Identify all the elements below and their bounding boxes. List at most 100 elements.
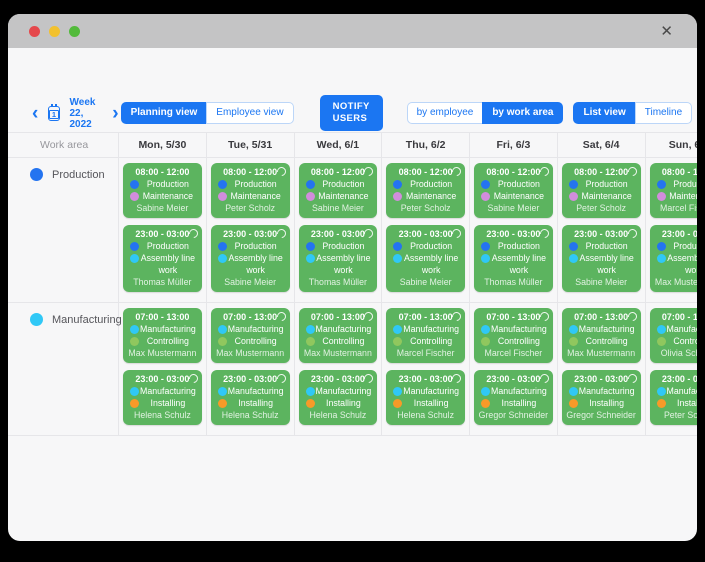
employee-name: Helena Schulz bbox=[303, 409, 374, 421]
role-label: Production bbox=[235, 179, 277, 189]
shift-card[interactable]: 23:00 - 03:00Production Assembly line wor… bbox=[299, 225, 378, 292]
shift-card[interactable]: 08:00 - 12:00ProductionMaintenanceMarcel… bbox=[650, 163, 698, 218]
role-color-dot bbox=[657, 387, 666, 396]
shift-time: 23:00 - 03:00 bbox=[662, 374, 697, 384]
employee-name: Sabine Meier bbox=[478, 202, 549, 214]
shift-card[interactable]: 23:00 - 03:00ProductionAssembly line wor… bbox=[562, 225, 641, 292]
shift-time: 23:00 - 03:00 bbox=[311, 374, 365, 384]
role-color-dot bbox=[393, 254, 402, 263]
shift-card[interactable]: 08:00 - 12:00ProductionMaintenanceSabine… bbox=[299, 163, 378, 218]
shift-time-row: 23:00 - 03:00 bbox=[127, 228, 198, 240]
shift-card[interactable]: 23:00 - 03:00 ManufacturingInstallingHele… bbox=[299, 370, 378, 425]
shift-role-row: Manufacturing bbox=[478, 323, 549, 335]
shift-card[interactable]: 08:00 - 12:00ProductionMaintenanceSabine… bbox=[474, 163, 553, 218]
shift-card[interactable]: 23:00 - 03:00ManufacturingInstallingHele… bbox=[211, 370, 290, 425]
shift-card[interactable]: 07:00 - 13:00ManufacturingControllingMax… bbox=[299, 308, 378, 363]
employee-view-button[interactable]: Employee view bbox=[206, 102, 293, 124]
planning-view-button[interactable]: Planning view bbox=[121, 102, 207, 124]
shift-card[interactable]: 23:00 - 03:00ProductionAssembly line wor… bbox=[474, 225, 553, 292]
shift-time: 07:00 - 13:00 bbox=[223, 312, 277, 322]
shift-time-row: 23:00 - 03:00 bbox=[127, 373, 198, 385]
shift-card[interactable]: 08:00 - 12:00ProductionMaintenancePeter … bbox=[562, 163, 641, 218]
role-color-dot bbox=[130, 325, 139, 334]
shift-role-row: Installing bbox=[127, 397, 198, 409]
role-color-dot bbox=[130, 242, 139, 251]
shift-role-row: Maintenance bbox=[390, 190, 461, 202]
by-employee-button[interactable]: by employee bbox=[407, 102, 483, 124]
shift-role-row: Manufacturing bbox=[303, 385, 374, 397]
role-label: Manufacturing bbox=[140, 324, 196, 334]
shift-role-row: Installing bbox=[303, 397, 374, 409]
role-label: Production bbox=[322, 241, 364, 251]
list-view-button[interactable]: List view bbox=[573, 102, 634, 124]
traffic-light-close-icon[interactable] bbox=[29, 26, 40, 37]
chevron-left-icon[interactable]: ‹ bbox=[30, 104, 40, 123]
shift-card[interactable]: 07:00 - 13:00ManufacturingControllingMar… bbox=[386, 308, 465, 363]
close-icon[interactable]: ✕ bbox=[660, 24, 673, 39]
role-color-dot bbox=[481, 242, 490, 251]
notify-users-button[interactable]: NOTIFY USERS bbox=[320, 95, 383, 131]
role-label: Installing bbox=[589, 398, 624, 408]
week-label: Week 22, 2022 bbox=[70, 97, 102, 130]
shift-card[interactable]: 23:00 - 03:00ProductionAssembly line wor… bbox=[211, 225, 290, 292]
shift-role-row: Manufacturing bbox=[566, 385, 637, 397]
role-label: Assembly line work bbox=[316, 253, 370, 275]
shift-card[interactable]: 08:00 - 12:00ProductionMaintenancePeter … bbox=[211, 163, 290, 218]
role-color-dot bbox=[657, 337, 666, 346]
shift-time-row: 23:00 - 03:00 bbox=[478, 228, 549, 240]
shift-role-row: Manufacturing bbox=[215, 323, 286, 335]
role-color-dot bbox=[306, 399, 315, 408]
shift-card[interactable]: 08:00 - 12:00ProductionMaintenancePeter … bbox=[386, 163, 465, 218]
shift-card[interactable]: 07:00 - 13:00ManufacturingControllingOli… bbox=[650, 308, 698, 363]
shift-card[interactable]: 23:00 - 03:00ManufacturingInstallingGreg… bbox=[474, 370, 553, 425]
role-color-dot bbox=[481, 399, 490, 408]
work-area-color-dot bbox=[30, 168, 43, 181]
role-label: Production bbox=[498, 241, 540, 251]
schedule-day-cell: 07:00 - 13:00ManufacturingControllingMar… bbox=[382, 303, 470, 436]
role-color-dot bbox=[393, 337, 402, 346]
shift-role-row: Assembly line work bbox=[566, 252, 637, 276]
shift-card[interactable]: 23:00 - 03:00ManufacturingInstallingHele… bbox=[123, 370, 202, 425]
shift-time: 23:00 - 03:00 bbox=[662, 229, 697, 239]
shift-card[interactable]: 23:00 - 03:00ProductionAssembly line wor… bbox=[650, 225, 698, 292]
traffic-light-minimize-icon[interactable] bbox=[49, 26, 60, 37]
shift-card[interactable]: 08:00 - 12:00ProductionMaintenanceSabine… bbox=[123, 163, 202, 218]
schedule-day-cell: 07:00 - 13:00ManufacturingControllingMax… bbox=[119, 303, 207, 436]
calendar-icon[interactable]: 1 bbox=[48, 106, 59, 121]
by-work-area-button[interactable]: by work area bbox=[482, 102, 563, 124]
role-label: Production bbox=[410, 179, 452, 189]
shift-card[interactable]: 07:00 - 13:00ManufacturingControllingMar… bbox=[474, 308, 553, 363]
role-color-dot bbox=[306, 192, 315, 201]
shift-role-row: Production bbox=[566, 240, 637, 252]
shift-role-row: Production bbox=[127, 240, 198, 252]
shift-time: 08:00 - 12:00 bbox=[223, 167, 277, 177]
shift-card[interactable]: 23:00 - 03:00ManufacturingInstallingGreg… bbox=[562, 370, 641, 425]
role-color-dot bbox=[481, 254, 490, 263]
role-label: Manufacturing bbox=[316, 324, 372, 334]
shift-time-row: 23:00 - 03:00 bbox=[390, 373, 461, 385]
shift-schedule-grid: Work areaMon, 5/30Tue, 5/31Wed, 6/1Thu, … bbox=[8, 132, 697, 436]
shift-card[interactable]: 23:00 - 03:00ProductionAssembly line wor… bbox=[123, 225, 202, 292]
schedule-day-cell: 08:00 - 12:00ProductionMaintenancePeter … bbox=[558, 158, 646, 303]
shift-card[interactable]: 23:00 - 03:00ManufacturingInstallingPete… bbox=[650, 370, 698, 425]
shift-card[interactable]: 23:00 - 03:00ProductionAssembly line wor… bbox=[386, 225, 465, 292]
chevron-right-icon[interactable]: › bbox=[110, 104, 120, 123]
shift-card[interactable]: 07:00 - 13:00ManufacturingControllingMax… bbox=[211, 308, 290, 363]
shift-role-row: Maintenance bbox=[127, 190, 198, 202]
work-area-row-label: Manufacturing bbox=[8, 303, 119, 436]
shift-card[interactable]: 23:00 - 03:00ManufacturingInstallingHele… bbox=[386, 370, 465, 425]
day-column-header: Tue, 5/31 bbox=[207, 133, 295, 158]
role-label: Manufacturing bbox=[316, 386, 372, 396]
traffic-light-zoom-icon[interactable] bbox=[69, 26, 80, 37]
calendar-day-number: 1 bbox=[49, 110, 58, 119]
shift-time: 23:00 - 03:00 bbox=[399, 374, 453, 384]
shift-time-row: 23:00 - 03:00 bbox=[303, 228, 374, 240]
employee-name: Max Mustermann bbox=[303, 347, 374, 359]
timeline-button[interactable]: Timeline bbox=[635, 102, 692, 124]
work-area-name: Manufacturing bbox=[52, 314, 122, 326]
shift-time: 07:00 - 13:00 bbox=[311, 312, 365, 322]
shift-role-row: Production bbox=[215, 178, 286, 190]
shift-card[interactable]: 07:00 - 13:00ManufacturingControllingMax… bbox=[123, 308, 202, 363]
shift-card[interactable]: 07:00 - 13:00ManufacturingControllingMax… bbox=[562, 308, 641, 363]
role-color-dot bbox=[657, 180, 666, 189]
